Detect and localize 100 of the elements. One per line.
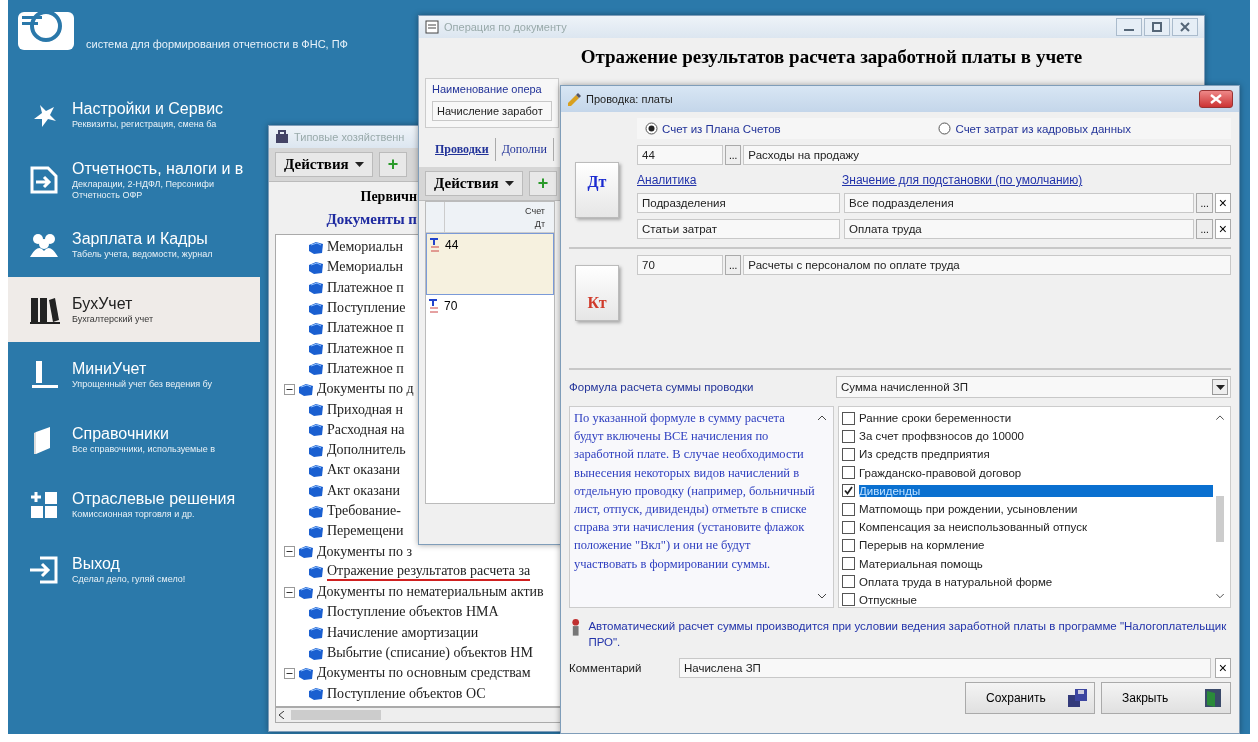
menu-item[interactable]: МиниУчет Упрощенный учет без ведения бу (8, 342, 260, 407)
document-icon (308, 442, 324, 458)
menu-item[interactable]: Справочники Все справочники, используемые в (8, 407, 260, 472)
menu-item[interactable]: Настройки и Сервис Реквизиты, регистрация, смена ба (8, 82, 260, 147)
tab[interactable]: Проводки (429, 138, 496, 161)
tree-item[interactable]: Платежное п (327, 360, 404, 377)
list-item[interactable]: Ранние сроки беременности (842, 409, 1213, 428)
default-value-link[interactable]: Значение для подстановки (по умолчанию) (842, 173, 1083, 187)
maximize-button[interactable] (1144, 18, 1170, 36)
clear-button[interactable]: × (1214, 658, 1231, 678)
browse-button[interactable]: ... (725, 255, 742, 275)
analytics-field[interactable]: Подразделения (637, 193, 840, 213)
tree-item[interactable]: Документы по основным средствам (317, 665, 531, 682)
list-item[interactable]: Матпомощь при рождении, усыновлении (842, 499, 1213, 519)
description-text: По указанной формуле в сумму расчета будут включены ВСЕ начисления по заработной плате. В случае необходимости вынесения некоторых видов начислений в отдельную проводку (например, больничный лист, отпуск, дивиденды) отметьте в списке справа эти начисления (установите флажок положение "Вкл") и они не будут участвовать в формировании суммы. (574, 410, 815, 573)
account-side-badge: Кт (575, 265, 619, 321)
table-row[interactable]: 44 (426, 233, 554, 295)
formula-dropdown[interactable]: Сумма начисленной ЗП (836, 376, 1231, 398)
operation-name-field[interactable]: Начисление заработ (432, 101, 552, 121)
value-field[interactable]: Оплата труда (844, 219, 1195, 239)
document-icon (308, 341, 324, 357)
pencil-icon (567, 92, 581, 106)
list-item[interactable]: Из средств предприятия (842, 445, 1213, 464)
menu-item-title: МиниУчет (72, 359, 148, 379)
clear-button[interactable]: × (1214, 193, 1231, 213)
menu-item-subtitle: Упрощенный учет без ведения бу (72, 379, 213, 390)
tree-item[interactable]: Платежное п (327, 279, 404, 296)
menu-item[interactable]: БухУчет Бухгалтерский учет (8, 277, 260, 342)
scrollbar-thumb[interactable] (1216, 495, 1224, 543)
briefcase-icon (275, 130, 289, 144)
comment-field[interactable]: Начислена ЗП (679, 658, 1211, 678)
menu-item-subtitle: Комиссионная торговля и др. (72, 509, 196, 520)
tree-item[interactable]: Выбытие (списание) объектов НМ (327, 645, 533, 662)
list-item[interactable]: За счет профвзносов до 10000 (842, 427, 1213, 446)
menu-item-title: Зарплата и Кадры (72, 229, 209, 249)
document-icon (308, 564, 324, 580)
table-row[interactable]: 70 (426, 295, 554, 357)
tree-item[interactable]: Акт оказани (327, 462, 400, 479)
analytics-field[interactable]: Статьи затрат (637, 219, 840, 239)
tree-item[interactable]: Акт оказани (327, 482, 400, 499)
document-icon (308, 402, 324, 417)
debit-credit-icon (429, 238, 441, 252)
minimize-icon (1124, 29, 1134, 31)
document-icon (308, 320, 324, 336)
tree-item[interactable]: Поступление объектов ОС (327, 685, 486, 702)
tree-item[interactable]: Документы по нематериальным актив (317, 584, 544, 601)
horizontal-scrollbar[interactable] (275, 707, 561, 723)
close-button[interactable] (1199, 90, 1233, 108)
tab[interactable]: Дополни (495, 138, 554, 161)
actions-button[interactable]: Действия (425, 171, 523, 196)
menu-item[interactable]: Отраслевые решения Комиссионная торговля и др. (8, 472, 260, 537)
tree-item[interactable]: Документы по д (317, 381, 414, 398)
save-button[interactable]: Сохранить (965, 682, 1095, 714)
column-header-text: Дт (533, 218, 545, 231)
browse-button[interactable]: ... (725, 145, 742, 165)
value-field[interactable]: Все подразделения (844, 193, 1195, 213)
radio-option[interactable]: Счет из Плана Счетов (645, 122, 781, 135)
browse-button[interactable]: ... (1196, 219, 1213, 239)
tree-item[interactable]: Документы по з (317, 543, 413, 560)
list-item[interactable]: Гражданско-правовой договор (842, 463, 1213, 482)
tree-item[interactable]: Мемориальн (327, 259, 404, 276)
list-item[interactable]: Отпускные (842, 590, 1213, 610)
tree-item[interactable]: Отражение результатов расчета за (327, 562, 531, 581)
account-field[interactable]: 44 (637, 145, 723, 165)
tree-item[interactable]: Поступление объектов НМА (327, 604, 499, 621)
tree-item[interactable]: Начисление амортизации (327, 624, 479, 641)
minimize-button[interactable] (1116, 18, 1142, 36)
close-button[interactable] (1172, 18, 1198, 36)
analytics-link[interactable]: Аналитика (637, 173, 842, 187)
tree-item[interactable]: Платежное п (327, 340, 404, 357)
list-item[interactable]: Перерыв на кормление (842, 536, 1213, 555)
tree-item[interactable]: Расходная на (327, 421, 405, 438)
column-header-text: Счет (524, 205, 545, 218)
list-item[interactable]: Компенсация за неиспользованный отпуск (842, 518, 1213, 537)
radio-option[interactable]: Счет затрат из кадровых данных (938, 122, 1131, 135)
browse-button[interactable]: ... (1196, 193, 1213, 213)
menu-item-title: Настройки и Сервис (72, 99, 224, 119)
account-name-field[interactable]: Расчеты с персоналом по оплате труда (743, 255, 1231, 275)
tree-item[interactable]: Платежное п (327, 320, 404, 337)
actions-button[interactable]: Действия (275, 152, 373, 177)
menu-item[interactable]: Выход Сделал дело, гуляй смело! (8, 537, 260, 602)
close-button[interactable]: Закрыть (1101, 682, 1231, 714)
tree-item[interactable]: Дополнитель (327, 442, 406, 459)
menu-item[interactable]: Отчетность, налоги и в Декларации, 2-НДФЛ, Персонифи Отчетность ОФР (8, 147, 260, 212)
scroll-up-icon (818, 415, 826, 420)
clear-button[interactable]: × (1214, 219, 1231, 239)
account-name-field[interactable]: Расходы на продажу (743, 145, 1231, 165)
tree-item[interactable]: Перемещени (327, 523, 404, 540)
tree-item[interactable]: Приходная н (327, 401, 403, 418)
tree-item[interactable]: Требование- (327, 503, 401, 519)
document-icon (308, 605, 324, 620)
door-icon (1202, 687, 1224, 709)
menu-item[interactable]: Зарплата и Кадры Табель учета, ведомости, журнал (8, 212, 260, 277)
list-item[interactable]: Материальная помощь (842, 554, 1213, 573)
document-icon (308, 645, 324, 661)
tree-item[interactable]: Поступление (327, 300, 406, 317)
tree-item[interactable]: Мемориальн (327, 239, 404, 256)
list-item[interactable]: Оплата труда в натуральной форме (842, 572, 1213, 591)
account-field[interactable]: 70 (637, 255, 723, 275)
scrollbar-thumb[interactable] (291, 710, 381, 720)
